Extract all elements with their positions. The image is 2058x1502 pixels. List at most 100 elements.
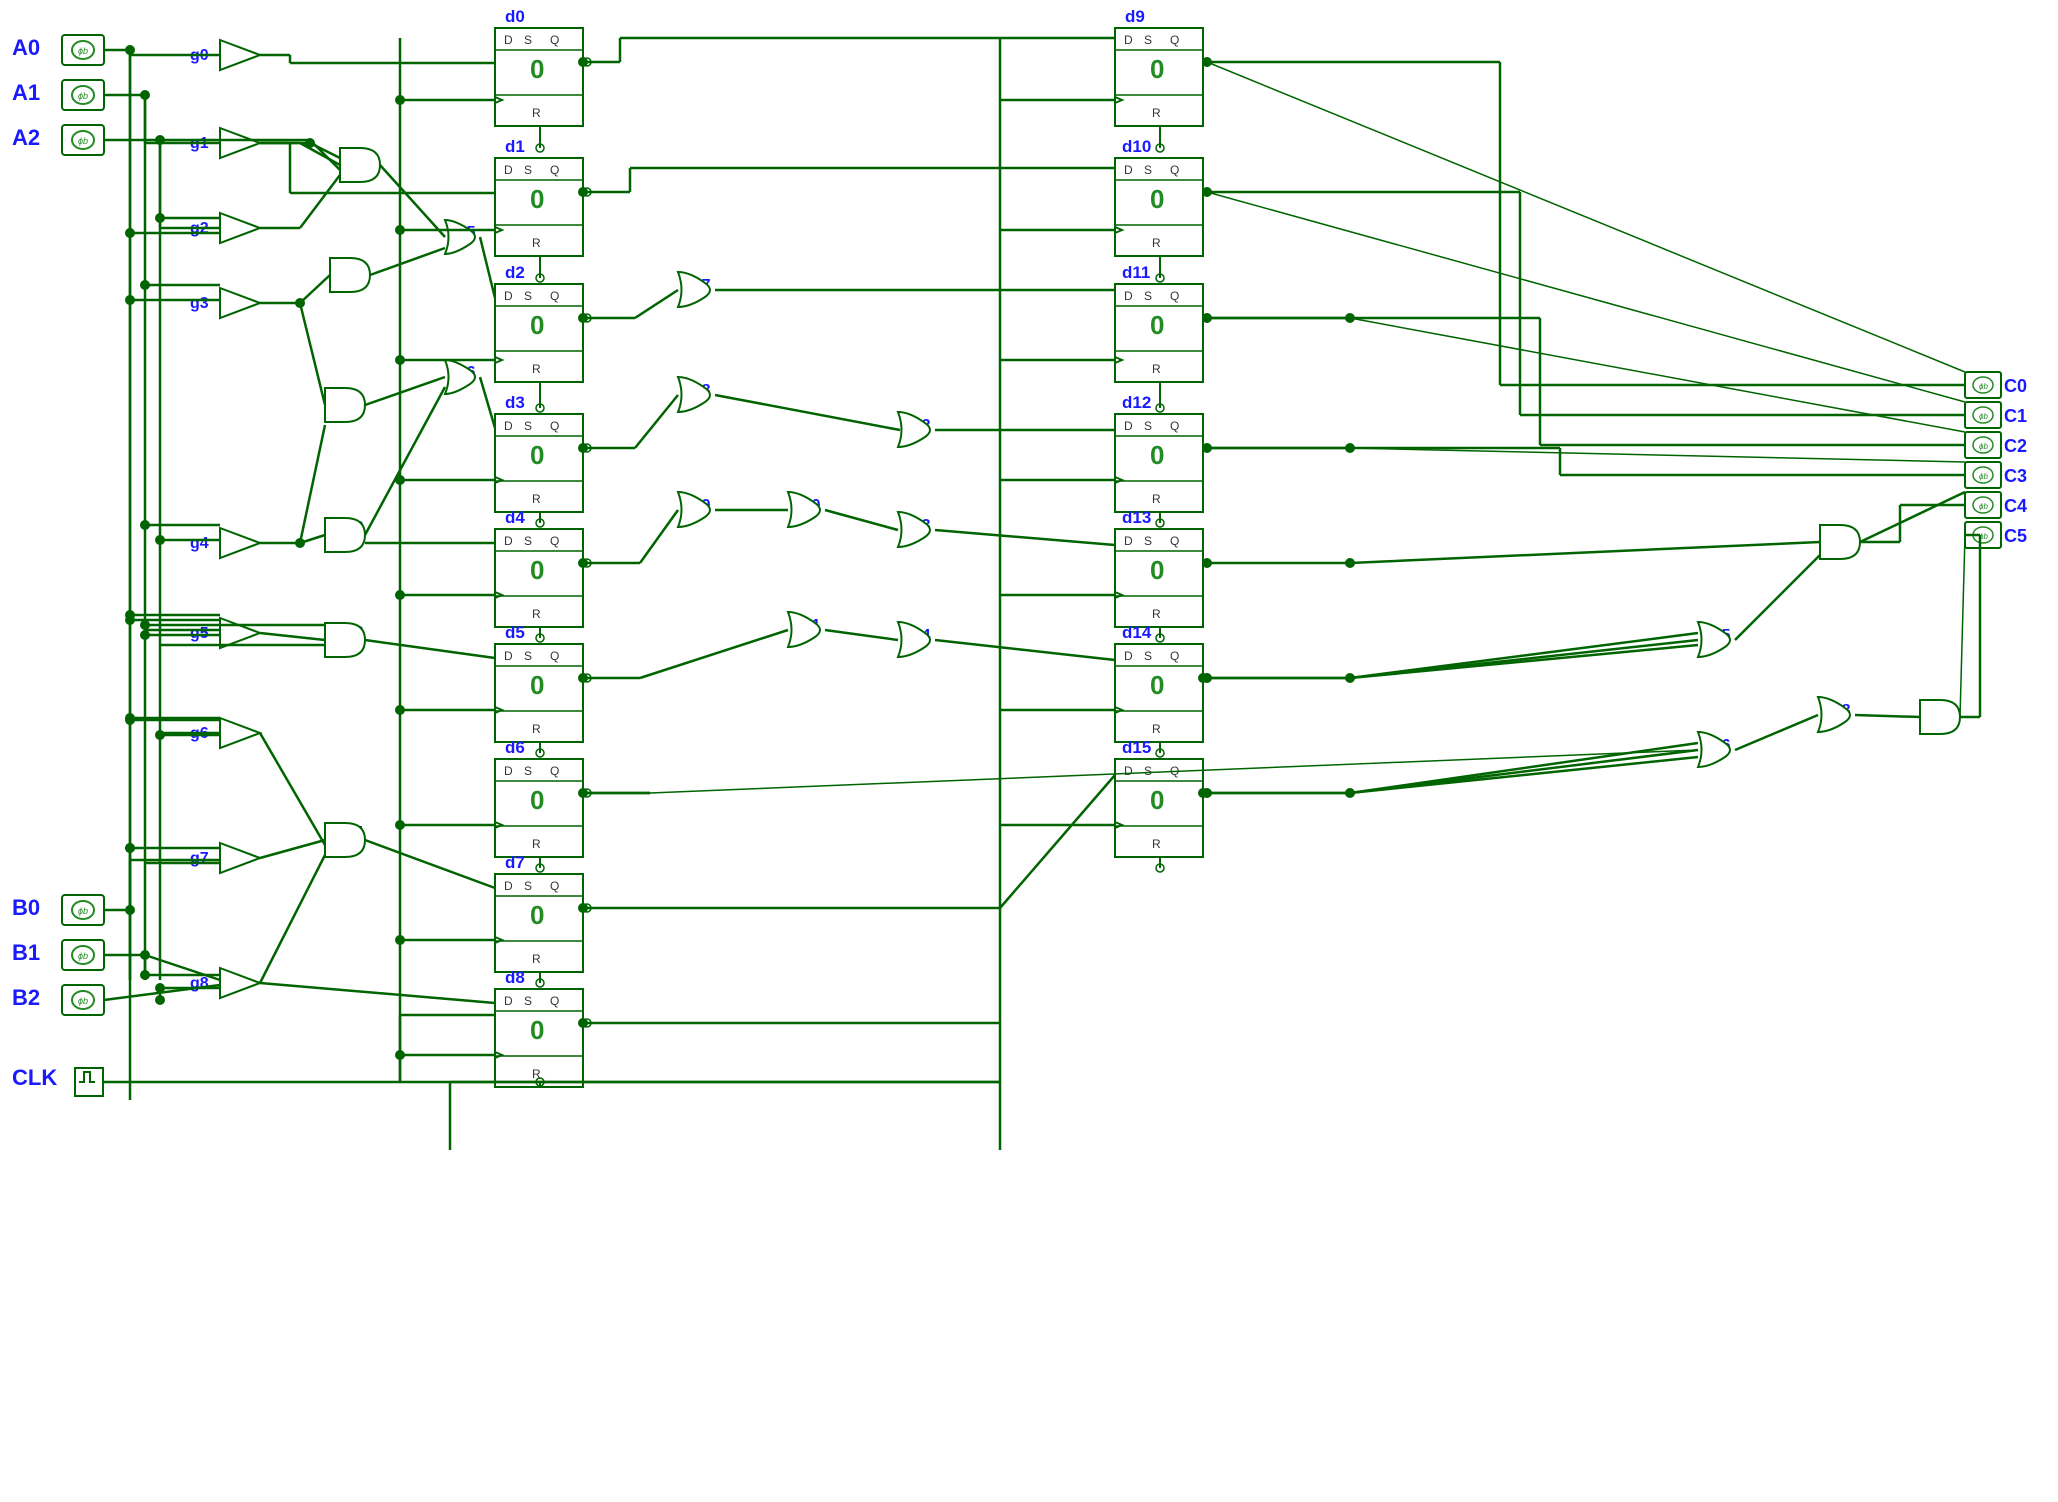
svg-text:ϕb: ϕb bbox=[1979, 502, 1988, 511]
output-C0-label: C0 bbox=[2004, 376, 2027, 396]
dff-d3-label: d3 bbox=[505, 393, 525, 412]
svg-text:R: R bbox=[532, 607, 541, 621]
svg-text:Q: Q bbox=[1170, 33, 1179, 47]
output-C5-label: C5 bbox=[2004, 526, 2027, 546]
svg-text:R: R bbox=[532, 236, 541, 250]
svg-text:R: R bbox=[1152, 236, 1161, 250]
svg-text:0: 0 bbox=[530, 1015, 544, 1045]
svg-text:D: D bbox=[1124, 649, 1133, 663]
svg-text:R: R bbox=[1152, 492, 1161, 506]
svg-text:S: S bbox=[1144, 163, 1152, 177]
svg-text:0: 0 bbox=[1150, 670, 1164, 700]
svg-text:0: 0 bbox=[1150, 310, 1164, 340]
svg-text:Q: Q bbox=[550, 764, 559, 778]
output-C3-label: C3 bbox=[2004, 466, 2027, 486]
svg-text:R: R bbox=[1152, 106, 1161, 120]
svg-text:S: S bbox=[524, 534, 532, 548]
svg-text:D: D bbox=[504, 163, 513, 177]
gate-g1-label: g1 bbox=[190, 135, 209, 152]
svg-text:D: D bbox=[1124, 419, 1133, 433]
svg-text:0: 0 bbox=[530, 184, 544, 214]
svg-text:ϕb: ϕb bbox=[1979, 472, 1988, 481]
dff-d11-label: d11 bbox=[1122, 263, 1150, 282]
gate-g0-label: g0 bbox=[190, 47, 209, 64]
svg-text:D: D bbox=[1124, 163, 1133, 177]
gate-g7-label: g7 bbox=[190, 850, 209, 867]
svg-text:R: R bbox=[532, 492, 541, 506]
svg-text:R: R bbox=[1152, 362, 1161, 376]
svg-text:Q: Q bbox=[1170, 289, 1179, 303]
svg-text:Q: Q bbox=[1170, 534, 1179, 548]
svg-text:S: S bbox=[524, 419, 532, 433]
dff-d13-label: d13 bbox=[1122, 508, 1151, 527]
svg-text:D: D bbox=[504, 534, 513, 548]
svg-text:Q: Q bbox=[550, 879, 559, 893]
svg-text:0: 0 bbox=[530, 310, 544, 340]
dff-d9-label: d9 bbox=[1125, 7, 1145, 26]
input-A0-label: A0 bbox=[12, 35, 40, 60]
input-A1-label: A1 bbox=[12, 80, 40, 105]
svg-text:S: S bbox=[524, 879, 532, 893]
svg-text:0: 0 bbox=[1150, 184, 1164, 214]
svg-text:0: 0 bbox=[530, 785, 544, 815]
input-A2-label: A2 bbox=[12, 125, 40, 150]
svg-text:ϕb: ϕb bbox=[1979, 532, 1988, 541]
gate-g4-label: g4 bbox=[190, 535, 209, 552]
dff-d7-label: d7 bbox=[505, 853, 525, 872]
gate-g12-label: g12 bbox=[336, 519, 364, 536]
svg-text:ϕb: ϕb bbox=[78, 996, 88, 1006]
gate-g9-label: g9 bbox=[345, 149, 364, 166]
output-C4-label: C4 bbox=[2004, 496, 2027, 516]
svg-text:R: R bbox=[532, 837, 541, 851]
gate-g27-label: g27 bbox=[1823, 527, 1851, 544]
svg-text:ϕb: ϕb bbox=[78, 136, 88, 146]
svg-text:Q: Q bbox=[550, 33, 559, 47]
svg-text:D: D bbox=[504, 994, 513, 1008]
svg-text:R: R bbox=[532, 106, 541, 120]
svg-text:S: S bbox=[524, 649, 532, 663]
dff-d5-label: d5 bbox=[505, 623, 525, 642]
svg-text:D: D bbox=[504, 33, 513, 47]
svg-text:Q: Q bbox=[550, 289, 559, 303]
output-C1-label: C1 bbox=[2004, 406, 2027, 426]
svg-text:0: 0 bbox=[530, 900, 544, 930]
dff-d14-label: d14 bbox=[1122, 623, 1152, 642]
dff-d1-label: d1 bbox=[505, 137, 525, 156]
svg-text:Q: Q bbox=[550, 649, 559, 663]
svg-text:Q: Q bbox=[550, 994, 559, 1008]
dff-d6-label: d6 bbox=[505, 738, 525, 757]
dff-d2-label: d2 bbox=[505, 263, 525, 282]
input-B0-label: B0 bbox=[12, 895, 40, 920]
svg-text:S: S bbox=[524, 33, 532, 47]
svg-text:D: D bbox=[1124, 764, 1133, 778]
svg-text:0: 0 bbox=[530, 555, 544, 585]
svg-text:Q: Q bbox=[550, 163, 559, 177]
svg-text:S: S bbox=[1144, 764, 1152, 778]
gate-g17-label: g17 bbox=[683, 277, 711, 294]
input-B1-label: B1 bbox=[12, 940, 40, 965]
svg-text:Q: Q bbox=[550, 419, 559, 433]
svg-text:S: S bbox=[524, 764, 532, 778]
gate-g20-label: g20 bbox=[793, 497, 821, 514]
svg-text:S: S bbox=[524, 994, 532, 1008]
input-B2-label: B2 bbox=[12, 985, 40, 1010]
gate-g22-label: g22 bbox=[903, 417, 931, 434]
svg-text:R: R bbox=[532, 362, 541, 376]
svg-text:ϕb: ϕb bbox=[78, 951, 88, 961]
svg-text:D: D bbox=[504, 289, 513, 303]
svg-text:0: 0 bbox=[1150, 555, 1164, 585]
input-CLK-label: CLK bbox=[12, 1065, 57, 1090]
svg-text:0: 0 bbox=[530, 54, 544, 84]
svg-text:0: 0 bbox=[1150, 785, 1164, 815]
svg-text:Q: Q bbox=[1170, 163, 1179, 177]
dff-d0-label: d0 bbox=[505, 7, 525, 26]
svg-text:S: S bbox=[524, 163, 532, 177]
gate-g8-label: g8 bbox=[190, 975, 209, 992]
gate-g5-label: g5 bbox=[190, 625, 209, 642]
svg-text:R: R bbox=[532, 952, 541, 966]
svg-text:ϕb: ϕb bbox=[78, 46, 88, 56]
svg-text:0: 0 bbox=[1150, 54, 1164, 84]
gate-g26-label: g26 bbox=[1703, 737, 1731, 754]
svg-text:D: D bbox=[504, 764, 513, 778]
svg-text:R: R bbox=[532, 1067, 541, 1081]
